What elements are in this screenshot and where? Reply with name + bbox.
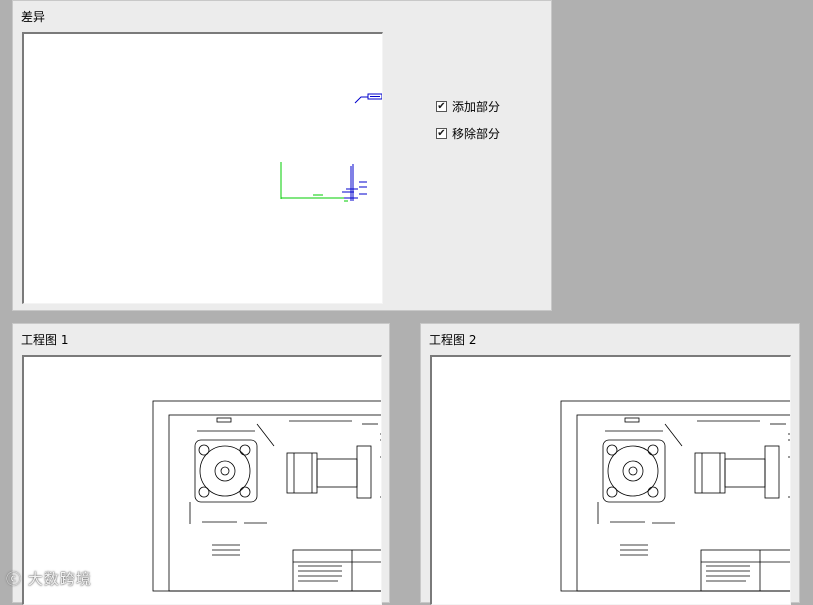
- drawing2-preview[interactable]: [430, 355, 791, 605]
- drawing2-panel: 工程图 2: [420, 323, 800, 605]
- drawing2-content: [560, 400, 790, 592]
- watermark-text: 大数跨境: [27, 570, 92, 588]
- diff-preview[interactable]: [22, 32, 383, 304]
- removed-label[interactable]: 移除部分: [452, 125, 500, 142]
- diff-panel-title: 差异: [21, 10, 46, 24]
- diff-panel: 差异 ✔ 添加部分 ✔ 移除部分: [12, 0, 552, 311]
- drawing2-title: 工程图 2: [429, 333, 477, 347]
- removed-checkbox[interactable]: ✔: [436, 128, 447, 139]
- diff-overlay: [280, 93, 382, 202]
- option-added-row[interactable]: ✔ 添加部分: [436, 98, 500, 115]
- watermark-logo-icon: ⓒ: [6, 570, 23, 588]
- added-checkbox[interactable]: ✔: [436, 101, 447, 112]
- drawing1-content: [152, 400, 381, 592]
- drawing1-title: 工程图 1: [21, 333, 69, 347]
- drawing1-panel: 工程图 1: [12, 323, 390, 605]
- added-label[interactable]: 添加部分: [452, 98, 500, 115]
- watermark: ⓒ 大数跨境: [6, 568, 92, 589]
- drawing2-sheet: [560, 400, 790, 592]
- removed-leader: [354, 96, 368, 104]
- option-removed-row[interactable]: ✔ 移除部分: [436, 125, 500, 142]
